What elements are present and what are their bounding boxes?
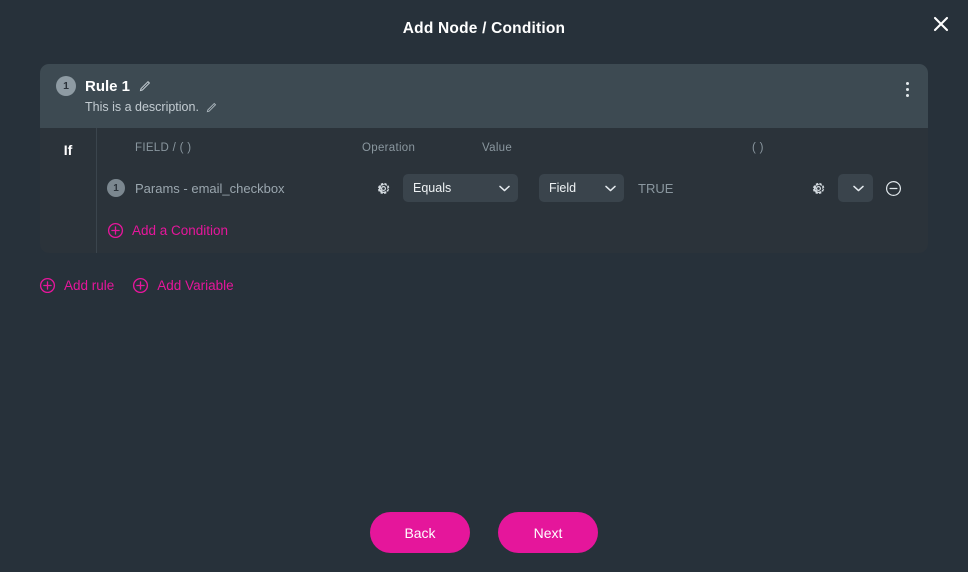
rule-title-row: 1 Rule 1 (56, 76, 914, 96)
kebab-dot (905, 87, 909, 91)
conditions-column: FIELD / ( ) Operation Value ( ) 1 Params… (97, 128, 928, 253)
close-icon (933, 16, 949, 32)
add-variable-button[interactable]: Add Variable (132, 277, 234, 294)
operation-select-value: Equals (413, 181, 452, 195)
condition-field-value[interactable]: Params - email_checkbox (135, 181, 285, 196)
rule-description: This is a description. (85, 100, 199, 114)
rule-index-badge: 1 (56, 76, 76, 96)
rule-description-edit-button[interactable] (206, 102, 217, 113)
chevron-down-icon (853, 185, 864, 192)
pencil-icon (139, 81, 151, 92)
column-header-paren: ( ) (752, 142, 764, 154)
condition-value[interactable]: TRUE (638, 181, 673, 196)
if-label: If (63, 142, 73, 158)
field-settings-button[interactable] (372, 177, 394, 199)
value-type-select[interactable]: Field (539, 174, 624, 202)
value-settings-button[interactable] (807, 177, 829, 199)
dialog-titlebar: Add Node / Condition (0, 0, 968, 58)
add-condition-button[interactable]: Add a Condition (107, 222, 228, 239)
rule-body: If FIELD / ( ) Operation Value ( ) 1 Par… (40, 128, 928, 253)
page-title: Add Node / Condition (402, 20, 566, 37)
paren-select[interactable] (838, 174, 873, 202)
chevron-down-icon (605, 185, 616, 192)
column-header-value: Value (482, 142, 513, 154)
rule-menu-button[interactable] (896, 76, 918, 102)
add-rule-button[interactable]: Add rule (39, 277, 114, 294)
kebab-dot (905, 81, 909, 85)
panel-actions: Add rule Add Variable (39, 277, 234, 294)
rule-panel: 1 Rule 1 This is a description. If FIELD… (40, 64, 928, 253)
rule-header: 1 Rule 1 This is a description. (40, 64, 928, 128)
condition-index-badge: 1 (107, 179, 125, 197)
column-header-operation: Operation (362, 142, 416, 154)
dialog-footer: Back Next (0, 512, 968, 553)
add-variable-label: Add Variable (157, 278, 234, 293)
next-button[interactable]: Next (498, 512, 598, 553)
gear-icon (812, 182, 824, 194)
plus-circle-icon (107, 222, 124, 239)
pencil-icon (206, 102, 217, 112)
close-button[interactable] (924, 7, 958, 41)
chevron-down-icon (499, 185, 510, 192)
rule-description-row: This is a description. (85, 100, 914, 114)
plus-circle-icon (39, 277, 56, 294)
rule-name-edit-button[interactable] (139, 80, 151, 92)
column-header-field: FIELD / ( ) (135, 142, 192, 154)
add-condition-label: Add a Condition (132, 223, 229, 238)
condition-field-group: 1 Params - email_checkbox (97, 179, 372, 197)
condition-column-headers: FIELD / ( ) Operation Value ( ) (97, 128, 928, 168)
add-rule-label: Add rule (64, 278, 115, 293)
back-button[interactable]: Back (370, 512, 470, 553)
value-type-select-value: Field (549, 181, 577, 195)
condition-row: 1 Params - email_checkbox Equals Field T… (97, 168, 928, 208)
if-column: If (40, 128, 97, 253)
plus-circle-icon (133, 277, 149, 294)
minus-circle-icon (885, 180, 901, 196)
condition-trailing-controls (807, 174, 928, 202)
operation-select[interactable]: Equals (403, 174, 518, 202)
gear-icon (377, 182, 389, 194)
kebab-dot (905, 93, 909, 97)
remove-condition-button[interactable] (882, 177, 904, 199)
rule-name: Rule 1 (85, 77, 131, 95)
